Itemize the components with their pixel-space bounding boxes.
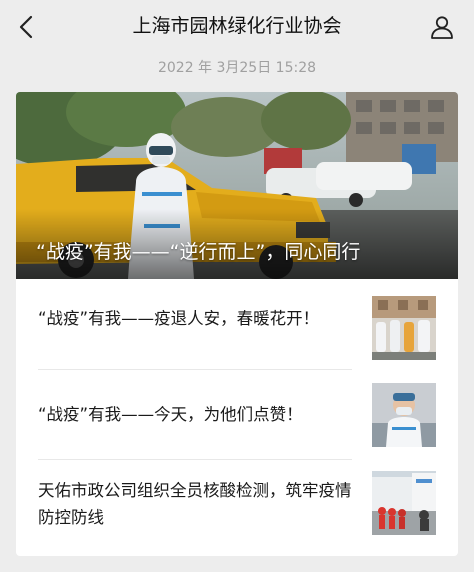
article-thumbnail <box>372 296 436 360</box>
article-thumbnail <box>372 383 436 447</box>
list-item[interactable]: “战疫”有我——疫退人安，春暖花开！ <box>16 279 458 369</box>
list-item[interactable]: 天佑市政公司组织全员核酸检测，筑牢疫情防控防线 <box>16 459 458 556</box>
article-title: “战疫”有我——疫退人安，春暖花开！ <box>38 309 320 328</box>
article-title: “战疫”有我——今天，为他们点赞！ <box>38 405 303 424</box>
nav-bar: 上海市园林绿化行业协会 <box>0 0 474 52</box>
list-item[interactable]: “战疫”有我——今天，为他们点赞！ <box>16 369 458 459</box>
page-title: 上海市园林绿化行业协会 <box>132 15 342 37</box>
back-button[interactable] <box>10 10 44 44</box>
person-icon <box>431 16 453 39</box>
article-title: 天佑市政公司组织全员核酸检测，筑牢疫情防控防线 <box>38 481 352 527</box>
article-thumbnail <box>372 471 436 535</box>
message-timestamp: 2022 年 3月25日 15:28 <box>157 60 317 76</box>
profile-button[interactable] <box>424 9 460 45</box>
article-card: “战疫”有我——“逆行而上”，同心同行 “战疫”有我——疫退人安，春暖花开！ “… <box>16 92 458 556</box>
featured-article-title: “战疫”有我——“逆行而上”，同心同行 <box>36 241 361 263</box>
chevron-left-icon <box>19 15 33 39</box>
featured-article[interactable]: “战疫”有我——“逆行而上”，同心同行 <box>16 92 458 279</box>
